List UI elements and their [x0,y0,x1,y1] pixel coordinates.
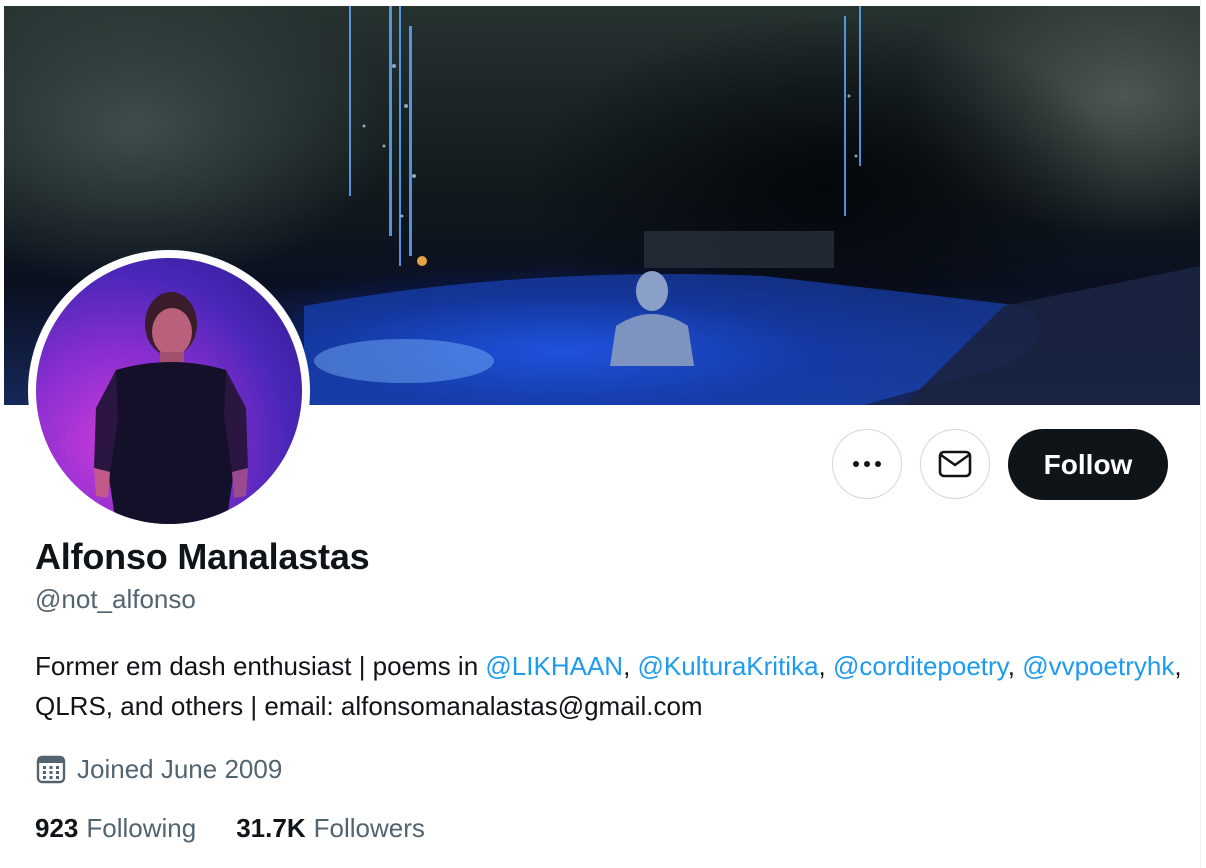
joined-date: Joined June 2009 [35,751,282,787]
bio-separator: , [623,651,638,681]
profile-avatar[interactable] [28,250,310,532]
followers-link[interactable]: 31.7K Followers [236,813,425,844]
following-link[interactable]: 923 Following [35,813,196,844]
mention-link-likhaan[interactable]: @LIKHAAN [485,651,623,681]
joined-text: Joined June 2009 [77,753,283,784]
followers-count: 31.7K [236,813,306,843]
following-label: Following [86,813,197,843]
mention-link-kulturakritika[interactable]: @KulturaKritika [638,651,819,681]
profile-display-name: Alfonso Manalastas [35,536,370,577]
follow-stats: 923 Following 31.7K Followers [35,813,425,844]
profile-handle: @not_alfonso [35,584,196,614]
bio-separator: , [818,651,833,681]
column-divider [1200,0,1201,868]
following-count: 923 [35,813,79,843]
bio-text: Former em dash enthusiast | poems in [35,651,486,681]
bio-separator: , [1007,651,1023,681]
calendar-icon [35,753,67,785]
profile-page: Follow Alfonso Manalastas @not_alfonso F… [0,0,1206,868]
follow-button[interactable]: Follow [1008,429,1168,500]
more-options-button[interactable] [832,429,902,499]
mention-link-corditepoetry[interactable]: @corditepoetry [833,651,1008,681]
avatar-photo [36,258,302,524]
avatar-figure [94,292,248,524]
more-horizontal-icon [852,460,882,468]
mail-icon [938,450,972,478]
profile-bio: Former em dash enthusiast | poems in @LI… [35,646,1185,726]
followers-label: Followers [313,813,425,843]
mention-link-vvpoetryhk[interactable]: @vvpoetryhk [1022,651,1174,681]
message-button[interactable] [920,429,990,499]
